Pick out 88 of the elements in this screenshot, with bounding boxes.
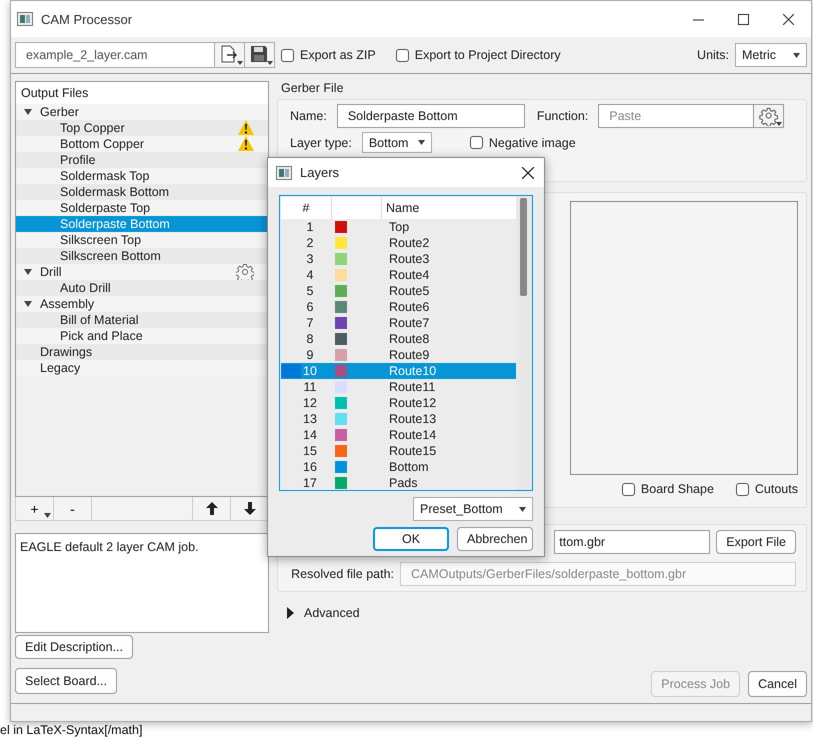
tree-item[interactable]: Drill	[16, 264, 268, 280]
export-file-button[interactable]: Export File	[716, 530, 796, 554]
units-label: Units:	[697, 48, 729, 62]
layer-row[interactable]: 3 Route3	[281, 251, 516, 267]
caret-icon	[418, 140, 425, 145]
maximize-icon[interactable]	[738, 14, 749, 24]
name-label: Name:	[290, 109, 327, 123]
layer-row[interactable]: 14 Route14	[281, 427, 516, 443]
settings-button[interactable]	[753, 105, 784, 127]
function-label: Function:	[536, 109, 588, 123]
tree-item[interactable]: Profile	[16, 152, 268, 168]
layer-row[interactable]: 4 Route4	[281, 267, 516, 283]
expanded-icon[interactable]	[24, 109, 32, 115]
advanced-label[interactable]: Advanced	[304, 606, 360, 620]
preset-dropdown[interactable]: Preset_Bottom	[413, 497, 533, 521]
layer-row[interactable]: 5 Route5	[281, 283, 516, 299]
layer-row[interactable]: 8 Route8	[281, 331, 516, 347]
window-title: CAM Processor	[41, 12, 134, 26]
expanded-icon[interactable]	[24, 301, 32, 307]
dialog-title: Layers	[300, 165, 340, 180]
tree-item[interactable]: Bottom Copper	[16, 136, 268, 152]
function-field[interactable]: Paste	[598, 104, 784, 128]
save-button[interactable]	[244, 43, 274, 67]
layer-row[interactable]: 2 Route2	[281, 235, 516, 251]
units-dropdown[interactable]: Metric	[735, 43, 807, 67]
down-arrow-icon	[244, 502, 256, 515]
tree-item[interactable]: Soldermask Top	[16, 168, 268, 184]
layer-type-label: Layer type:	[290, 136, 352, 150]
caret-icon	[44, 513, 51, 518]
layer-row[interactable]: 11 Route11	[281, 379, 516, 395]
expanded-icon[interactable]	[24, 269, 32, 275]
layer-row[interactable]: 6 Route6	[281, 299, 516, 315]
resolved-path-label: Resolved file path:	[291, 567, 394, 581]
layer-row[interactable]: 13 Route13	[281, 411, 516, 427]
layer-row[interactable]: 12 Route12	[281, 395, 516, 411]
caret-icon	[793, 52, 800, 58]
tree-item[interactable]: Bill of Material	[16, 312, 268, 328]
export-file-button[interactable]	[214, 43, 244, 67]
checkbox-label: Export as ZIP	[300, 48, 376, 62]
layer-row[interactable]: 7 Route7	[281, 315, 516, 331]
section-title: Gerber File	[280, 81, 345, 97]
cancel-button[interactable]: Cancel	[748, 671, 807, 697]
tree-item[interactable]: Solderpaste Top	[16, 200, 268, 216]
ok-button[interactable]: OK	[373, 527, 449, 551]
close-icon[interactable]	[522, 166, 534, 178]
checkbox[interactable]	[281, 48, 294, 62]
layer-row[interactable]: 16 Bottom	[281, 459, 516, 475]
checkbox-label: Cutouts	[754, 482, 798, 496]
checkbox-label: Export to Project Directory	[414, 48, 561, 62]
scrollbar[interactable]	[516, 196, 532, 490]
tree-item[interactable]: Gerber	[16, 104, 268, 120]
tree-item[interactable]: Silkscreen Bottom	[16, 248, 268, 264]
close-icon[interactable]	[783, 14, 794, 24]
name-field[interactable]: Solderpaste Bottom	[336, 104, 525, 128]
collapsed-icon[interactable]	[287, 607, 294, 619]
tree-header: Output Files	[16, 82, 268, 104]
tree-item[interactable]: Top Copper	[16, 120, 268, 136]
tree-item[interactable]: Assembly	[16, 296, 268, 312]
cancel-button[interactable]: Abbrechen	[457, 527, 533, 551]
tree-item[interactable]: Auto Drill	[16, 280, 268, 296]
layer-row[interactable]: 9 Route9	[281, 347, 516, 363]
tree-item[interactable]: Pick and Place	[16, 328, 268, 344]
tree-item[interactable]: Silkscreen Top	[16, 232, 268, 248]
checkbox[interactable]	[396, 48, 409, 62]
layer-row[interactable]: 17 Pads	[281, 475, 516, 490]
layer-row[interactable]: 1 Top	[281, 219, 516, 235]
column-header: #	[302, 200, 310, 217]
resolved-path-field: CAMOutputs/GerberFiles/solderpaste_bottom.gbr	[400, 562, 796, 586]
job-file-field[interactable]: example_2_layer.cam	[15, 42, 275, 68]
checkbox[interactable]	[736, 482, 749, 496]
description-field[interactable]: EAGLE default 2 layer CAM job.	[15, 533, 269, 633]
select-board-button[interactable]: Select Board...	[15, 668, 117, 694]
checkbox[interactable]	[622, 482, 635, 496]
checkbox-label: Negative image	[488, 136, 576, 150]
layer-row[interactable]: 15 Route15	[281, 443, 516, 459]
gear-icon[interactable]	[236, 263, 254, 281]
background-page-text: el in LaTeX-Syntax[/math]	[0, 723, 142, 737]
tree-item[interactable]: Drawings	[16, 344, 268, 360]
tree-item[interactable]: Legacy	[16, 360, 268, 376]
checkbox-label: Board Shape	[640, 482, 714, 496]
layer-type-dropdown[interactable]: Bottom	[362, 132, 432, 153]
app-icon	[17, 12, 33, 26]
up-arrow-icon	[206, 502, 218, 515]
app-icon	[276, 166, 292, 180]
file-name-field[interactable]: ttom.gbr	[554, 530, 710, 554]
edit-description-button[interactable]: Edit Description...	[15, 635, 133, 659]
tree-item[interactable]: Soldermask Bottom	[16, 184, 268, 200]
checkbox[interactable]	[470, 136, 483, 149]
